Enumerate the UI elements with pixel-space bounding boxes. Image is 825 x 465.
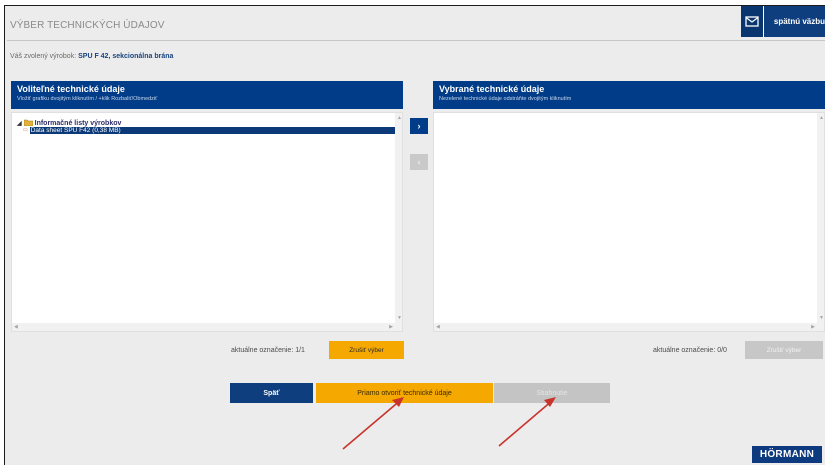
arrow-to-download-icon — [498, 397, 556, 447]
annotation-arrows — [342, 397, 556, 450]
hormann-logo: HÖRMANN — [752, 446, 822, 463]
arrow-to-open-icon — [342, 397, 404, 450]
